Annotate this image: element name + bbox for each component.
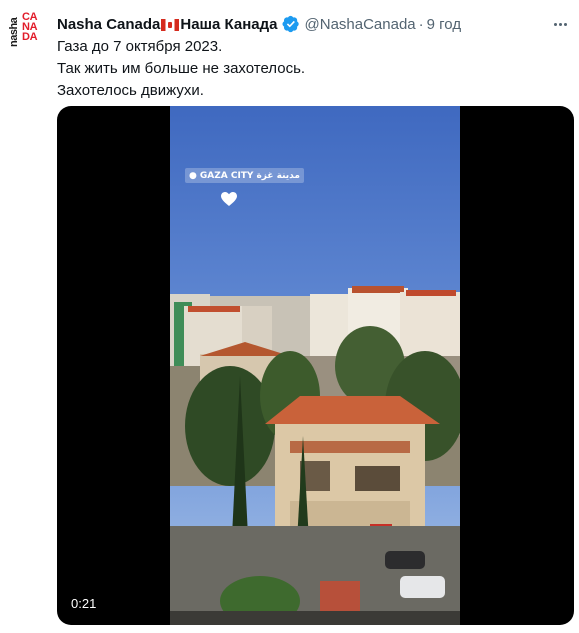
avatar-word-canada: CA NA DA: [22, 11, 38, 43]
avatar[interactable]: nasha CA NA DA: [6, 10, 48, 52]
tweet[interactable]: nasha CA NA DA Nasha Canada Наша Канада @Na…: [0, 0, 579, 633]
display-name[interactable]: Nasha Canada Наша Канада: [57, 16, 278, 33]
display-name-cyrillic: Наша Канада: [180, 15, 278, 33]
location-sticker-label: GAZA CITY: [199, 170, 254, 181]
video-frame[interactable]: ● GAZA CITY مدينة غزة: [170, 106, 460, 625]
video-player[interactable]: ● GAZA CITY مدينة غزة 0:21: [57, 106, 574, 625]
post-time[interactable]: 9 год: [427, 16, 461, 33]
tweet-text-line: Газа до 7 октября 2023.: [57, 38, 223, 55]
location-sticker-label-ar: مدينة غزة: [256, 170, 300, 181]
tweet-text: Газа до 7 октября 2023. Так жить им боль…: [57, 36, 557, 102]
display-name-latin: Nasha Canada: [57, 15, 161, 33]
author-handle[interactable]: @NashaCanada: [305, 16, 416, 33]
separator-dot: ·: [418, 15, 424, 33]
tweet-header: Nasha Canada Наша Канада @NashaCanada · 9…: [57, 14, 569, 34]
verified-badge-icon: [282, 15, 299, 33]
tweet-text-line: Так жить им больше не захотелось.: [57, 60, 306, 77]
location-sticker: ● GAZA CITY مدينة غزة: [185, 168, 304, 183]
canada-flag-icon: [161, 18, 180, 31]
heart-icon: [221, 192, 237, 206]
location-pin-icon: ●: [189, 170, 197, 181]
avatar-word-nasha: nasha: [8, 17, 20, 47]
tweet-text-line: Захотелось движухи.: [57, 82, 204, 99]
video-duration: 0:21: [71, 596, 97, 611]
more-options-icon[interactable]: [554, 22, 569, 26]
video-still-image: [170, 106, 460, 625]
